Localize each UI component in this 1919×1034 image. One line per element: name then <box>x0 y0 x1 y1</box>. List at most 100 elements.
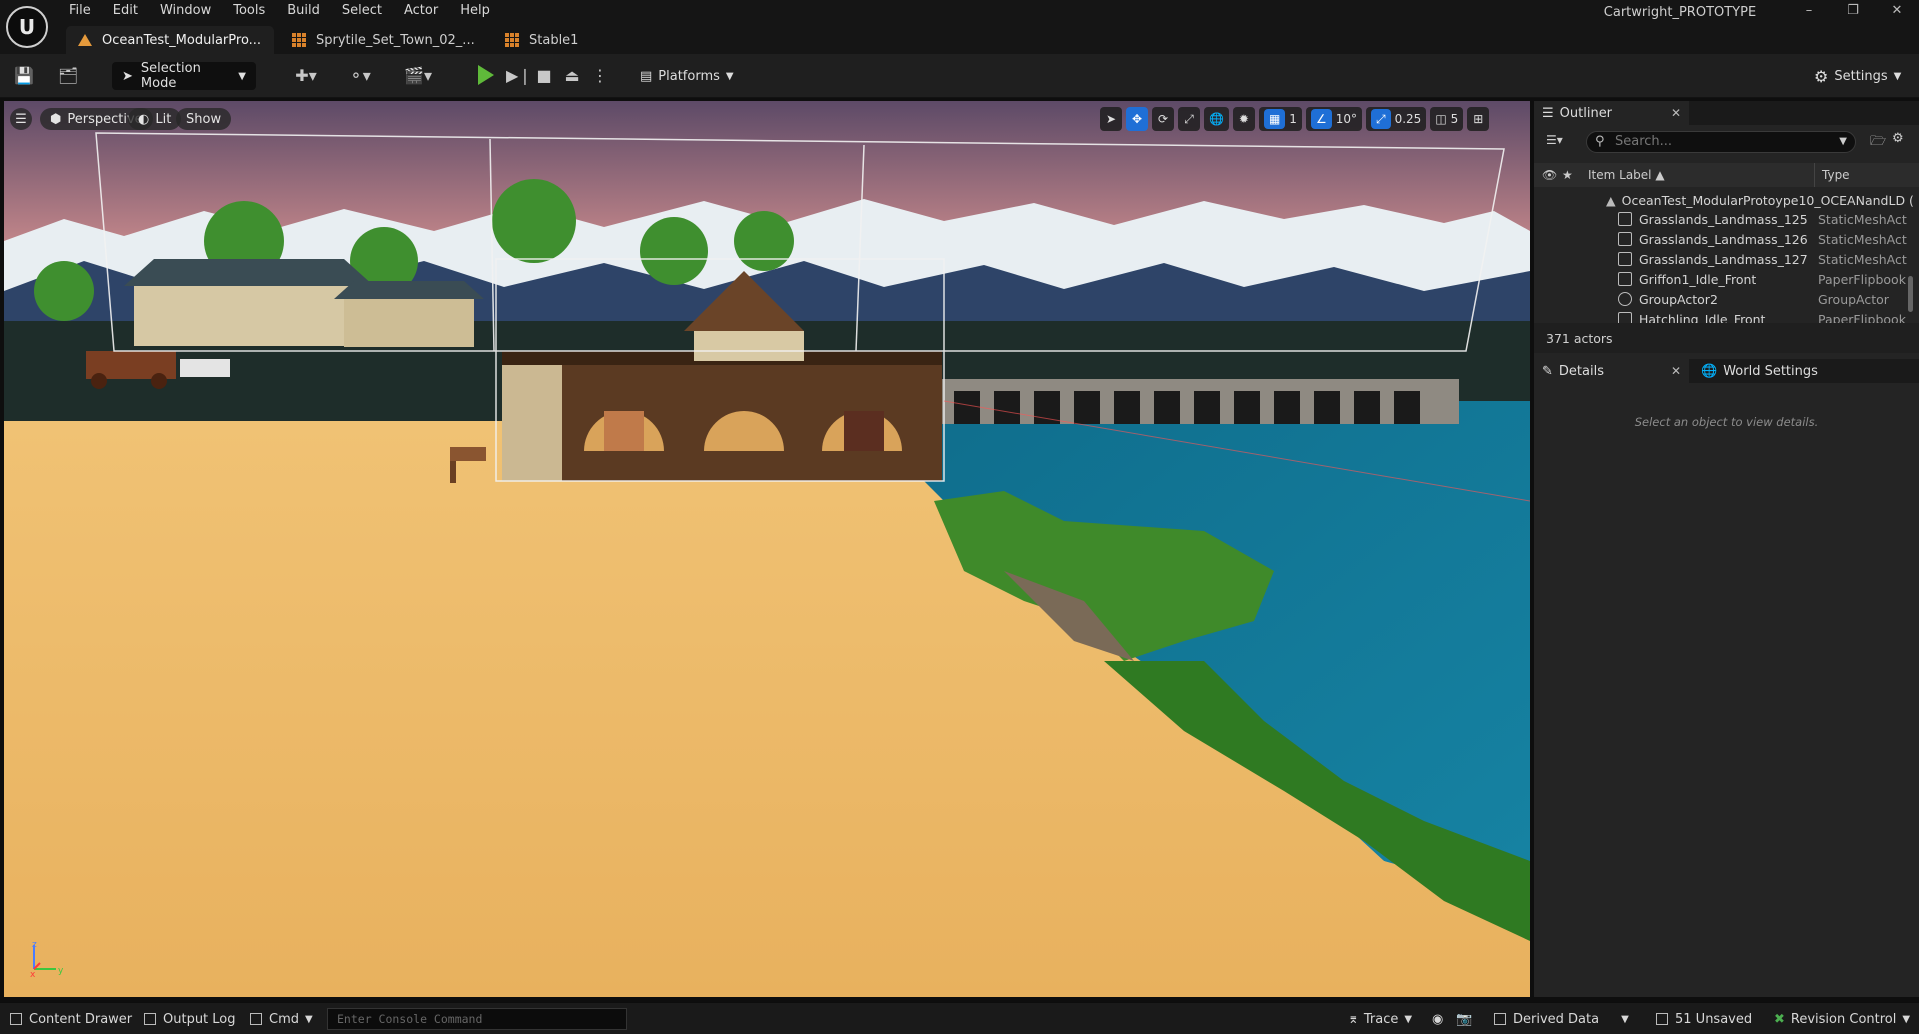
more-options-icon[interactable]: ⋮ <box>590 66 610 86</box>
rotate-tool-icon[interactable]: ⟳ <box>1152 107 1174 131</box>
outliner-row[interactable]: GroupActor2 GroupActor <box>1534 289 1919 309</box>
chevron-down-icon: ▼ <box>1621 1013 1629 1025</box>
minimize-icon[interactable]: – <box>1787 0 1831 22</box>
tab-sprytile-set[interactable]: Sprytile_Set_Town_02_... <box>274 26 489 54</box>
content-drawer-button[interactable]: Content Drawer <box>10 1009 132 1029</box>
chevron-down-icon: ▼ <box>1902 1013 1911 1025</box>
root-label: OceanTest_ModularProtoype10_OCEANandLD ( <box>1621 192 1914 208</box>
scale-tool-icon[interactable]: ⤢ <box>1178 107 1200 131</box>
level-icon: ▲ <box>1606 192 1616 208</box>
restore-icon[interactable]: ❐ <box>1831 0 1875 22</box>
type-header[interactable]: Type <box>1822 168 1850 182</box>
close-icon[interactable]: ✕ <box>1875 0 1919 22</box>
close-icon[interactable]: ✕ <box>1671 364 1681 378</box>
star-icon[interactable]: ★ <box>1562 168 1573 182</box>
revision-control-dropdown[interactable]: ✖ Revision Control ▼ <box>1774 1009 1910 1029</box>
menu-select[interactable]: Select <box>331 0 393 22</box>
lit-button[interactable]: ◐ Lit <box>128 108 182 130</box>
tab-outliner[interactable]: ☰ Outliner ✕ <box>1534 101 1689 125</box>
platforms-label: Platforms <box>658 68 720 84</box>
outliner-row[interactable]: Grasslands_Landmass_126 StaticMeshAct <box>1534 229 1919 249</box>
outliner-row[interactable]: Grasslands_Landmass_125 StaticMeshAct <box>1534 209 1919 229</box>
show-button[interactable]: Show <box>176 108 232 130</box>
world-settings-label: World Settings <box>1723 363 1818 379</box>
selection-mode-dropdown[interactable]: ➤ Selection Mode ▼ <box>112 61 256 91</box>
tab-details[interactable]: ✎ Details ✕ <box>1534 359 1689 383</box>
console-command-input[interactable]: Enter Console Command <box>327 1008 627 1030</box>
trace-dropdown[interactable]: ⌆ Trace ▼ <box>1348 1009 1412 1029</box>
grid-snap-button[interactable]: ▦ 1 <box>1258 107 1302 131</box>
viewport-layout-icon[interactable]: ⊞ <box>1467 107 1490 131</box>
output-log-button[interactable]: Output Log <box>144 1009 236 1029</box>
viewport-menu-icon[interactable]: ☰ <box>10 108 32 130</box>
menu-edit[interactable]: Edit <box>102 0 149 22</box>
close-icon[interactable]: ✕ <box>1671 106 1681 120</box>
tab-label: OceanTest_ModularPro... <box>102 32 262 48</box>
add-folder-icon[interactable]: 🗁 <box>1870 132 1886 154</box>
chevron-down-icon: ▼ <box>1893 70 1902 82</box>
outliner-root-row[interactable]: ▲ OceanTest_ModularProtoype10_OCEANandLD… <box>1606 190 1919 210</box>
terminal-icon <box>250 1013 262 1025</box>
static-mesh-icon <box>1618 252 1632 266</box>
cinematics-icon[interactable]: 🎬▾ <box>400 66 436 86</box>
menu-actor[interactable]: Actor <box>393 0 449 22</box>
lit-icon: ◐ <box>138 111 150 127</box>
camera-speed-button[interactable]: ◫ 5 <box>1430 107 1464 131</box>
menu-window[interactable]: Window <box>149 0 222 22</box>
menu-tools[interactable]: Tools <box>222 0 276 22</box>
cmd-dropdown[interactable]: Cmd ▼ <box>250 1009 313 1029</box>
unsaved-button[interactable]: 51 Unsaved <box>1656 1009 1752 1029</box>
save-icon[interactable]: 💾 <box>14 66 34 86</box>
select-tool-icon[interactable]: ➤ <box>1100 107 1122 131</box>
menu-build[interactable]: Build <box>276 0 331 22</box>
outliner-row[interactable]: Griffon1_Idle_Front PaperFlipbook <box>1534 269 1919 289</box>
grid-snap-value: 1 <box>1289 112 1297 126</box>
cursor-icon: ➤ <box>122 68 133 84</box>
menu-help[interactable]: Help <box>449 0 501 22</box>
step-icon[interactable]: ▶❘ <box>506 66 532 86</box>
gear-icon[interactable]: ⚙ <box>1892 131 1904 146</box>
console-placeholder: Enter Console Command <box>337 1012 483 1026</box>
level-viewport[interactable]: ☰ ⬢ Perspective ◐ Lit Show ➤ ✥ ⟳ ⤢ 🌐 ✹ ▦… <box>4 101 1530 997</box>
tileset-icon <box>292 33 306 47</box>
outliner-scrollbar[interactable] <box>1908 276 1913 312</box>
browse-icon[interactable]: 🗂 <box>58 66 78 86</box>
translate-tool-icon[interactable]: ✥ <box>1126 107 1148 131</box>
tab-world-settings[interactable]: 🌐 World Settings <box>1689 359 1839 383</box>
play-button[interactable] <box>478 65 494 85</box>
camera-capture-icon[interactable]: 📷 <box>1456 1009 1472 1029</box>
axis-gizmo: z x y <box>30 940 64 979</box>
add-actor-icon[interactable]: ✚▾ <box>288 66 324 86</box>
derived-data-dropdown[interactable]: Derived Data ▼ <box>1494 1009 1629 1029</box>
item-label-header[interactable]: Item Label ▲ <box>1588 168 1665 182</box>
stop-icon[interactable]: ■ <box>534 66 554 86</box>
platforms-dropdown[interactable]: ▤ Platforms ▼ <box>640 62 734 90</box>
outliner-search-input[interactable]: ⚲ Search... ▼ <box>1586 131 1856 153</box>
flipbook-icon <box>1618 272 1632 286</box>
tab-stable1[interactable]: Stable1 <box>489 26 609 54</box>
chevron-down-icon: ▼ <box>725 70 734 82</box>
selection-mode-label: Selection Mode <box>140 61 201 91</box>
tab-oceantest-level[interactable]: OceanTest_ModularPro... <box>66 26 274 54</box>
scale-snap-button[interactable]: ⤢ 0.25 <box>1365 107 1427 131</box>
details-tabbar: ✎ Details ✕ 🌐 World Settings <box>1534 359 1919 383</box>
title-bar: U File Edit Window Tools Build Select Ac… <box>0 0 1919 54</box>
outliner-row[interactable]: Grasslands_Landmass_127 StaticMeshAct <box>1534 249 1919 269</box>
gear-icon: ⚙ <box>1814 66 1829 86</box>
tab-label: Sprytile_Set_Town_02_... <box>316 32 475 48</box>
surface-snap-icon[interactable]: ✹ <box>1232 107 1255 131</box>
world-space-icon[interactable]: 🌐 <box>1204 107 1229 131</box>
settings-dropdown[interactable]: ⚙ Settings ▼ <box>1814 62 1901 90</box>
lit-label: Lit <box>155 111 172 127</box>
blueprint-icon[interactable]: ⚬▾ <box>342 66 378 86</box>
content-drawer-label: Content Drawer <box>29 1011 133 1027</box>
filter-icon[interactable]: ☰▾ <box>1546 133 1563 147</box>
visibility-eye-icon[interactable]: 👁 <box>1542 168 1557 182</box>
record-icon[interactable]: ◉ <box>1432 1009 1443 1029</box>
rotation-snap-button[interactable]: ∠ 10° <box>1305 107 1362 131</box>
eject-icon[interactable]: ⏏ <box>562 66 582 86</box>
outliner-title: Outliner <box>1559 105 1613 121</box>
menu-file[interactable]: File <box>58 0 102 22</box>
scale-snap-icon: ⤢ <box>1370 109 1391 129</box>
unreal-logo-icon[interactable]: U <box>6 6 48 48</box>
